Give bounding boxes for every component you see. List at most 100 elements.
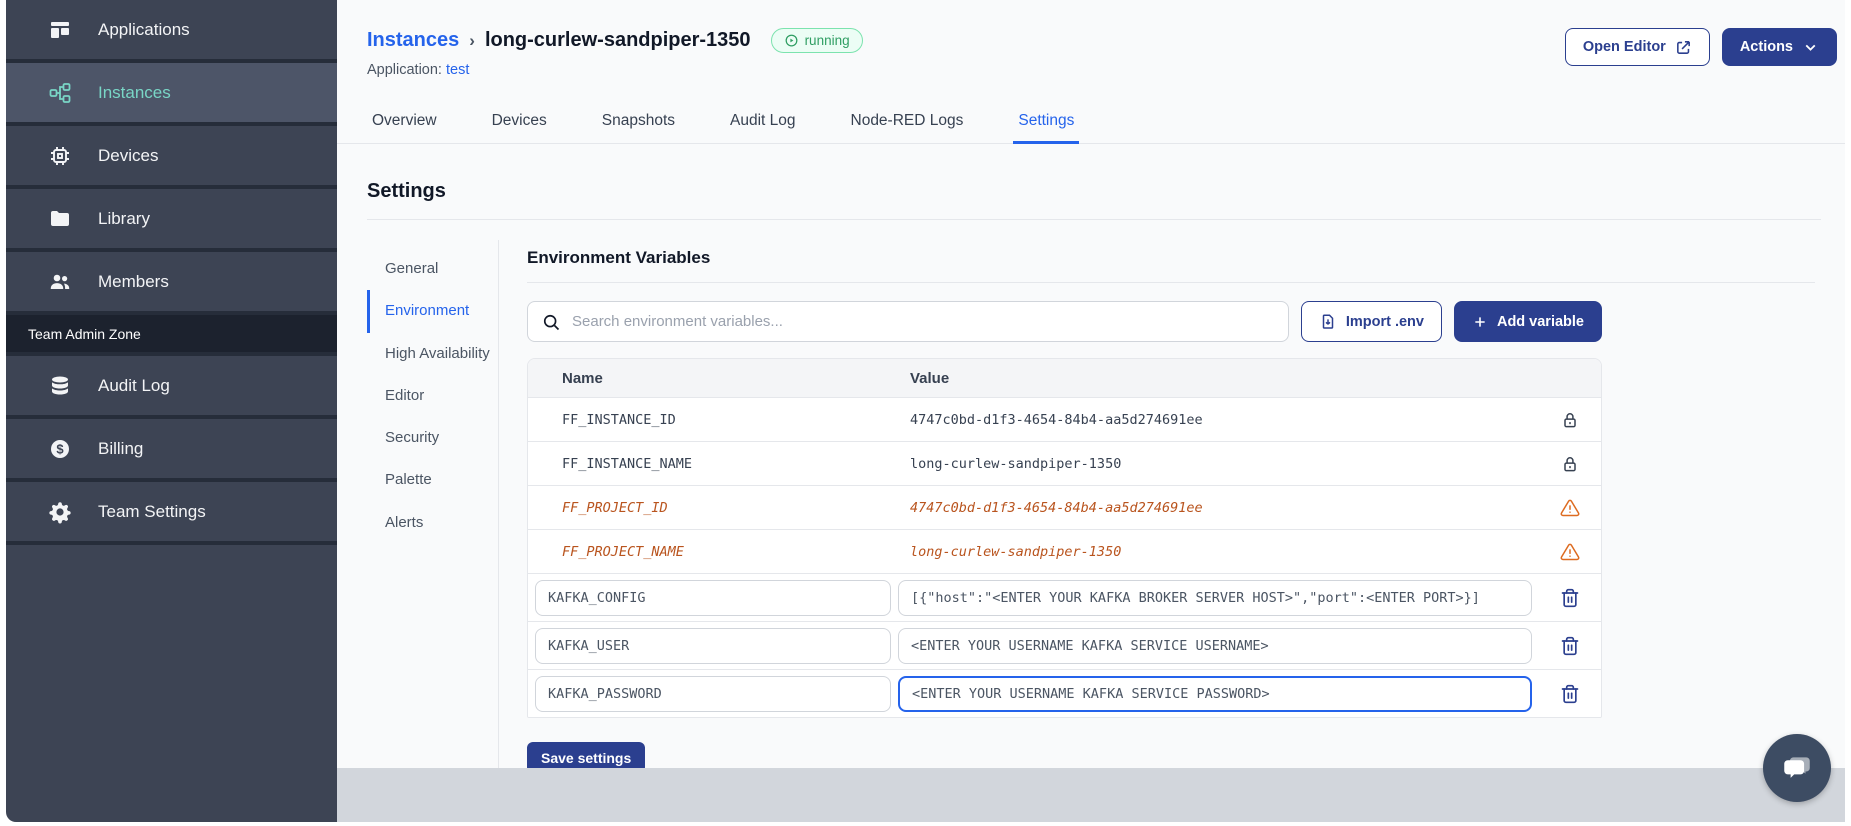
env-var-value: 4747c0bd-d1f3-4654-84b4-aa5d274691ee [910, 411, 1203, 428]
settings-nav-security[interactable]: Security [367, 417, 498, 459]
settings-nav-general[interactable]: General [367, 248, 498, 290]
tab-settings[interactable]: Settings [1013, 103, 1080, 144]
application-link[interactable]: test [446, 62, 469, 78]
environment-variables-title: Environment Variables [527, 240, 1815, 283]
env-var-name: FF_INSTANCE_NAME [562, 455, 693, 472]
applications-icon [48, 18, 72, 42]
tab-label: Node-RED Logs [850, 112, 964, 129]
delete-variable-button[interactable] [1560, 684, 1580, 704]
env-var-name-input[interactable] [535, 675, 891, 712]
search-input[interactable] [572, 313, 1275, 330]
tab-snapshots[interactable]: Snapshots [597, 103, 680, 144]
env-table-row-ff-instance-name: FF_INSTANCE_NAME long-curlew-sandpiper-1… [528, 441, 1601, 485]
settings-nav-item-label: Alerts [385, 513, 424, 531]
library-icon [48, 207, 72, 231]
play-circle-icon [784, 33, 799, 48]
search-box [527, 301, 1289, 342]
env-table-row-kafka-password: KAFKA_PASSWORD <ENTER YOUR USERNAME KAFK… [528, 669, 1601, 717]
env-var-value: 4747c0bd-d1f3-4654-84b4-aa5d274691ee [910, 499, 1203, 516]
search-icon [541, 312, 561, 332]
table-rows: FF_INSTANCE_ID 4747c0bd-d1f3-4654-84b4-a… [528, 397, 1601, 717]
import-env-button[interactable]: Import .env [1300, 301, 1442, 342]
sidebar-item-billing[interactable]: $ Billing [6, 419, 337, 482]
settings-nav-environment[interactable]: Environment [367, 290, 498, 333]
env-var-name-input[interactable] [535, 627, 891, 664]
open-editor-button[interactable]: Open Editor [1564, 28, 1710, 66]
settings-nav-item-label: Palette [385, 471, 432, 489]
settings-nav-palette[interactable]: Palette [367, 459, 498, 501]
sidebar-item-members[interactable]: Members [6, 252, 337, 315]
sidebar-item-library[interactable]: Library [6, 189, 337, 252]
settings-nav-item-label: Environment [385, 302, 470, 320]
team-admin-zone-label: Team Admin Zone [6, 315, 337, 356]
settings-nav-editor[interactable]: Editor [367, 375, 498, 417]
header-buttons: Open Editor Actions [1564, 28, 1837, 66]
sidebar-item-instances[interactable]: Instances [6, 63, 337, 126]
sidebar-item-label: Instances [98, 82, 171, 102]
environment-panel: Environment Variables Import .env Add va… [498, 240, 1815, 768]
breadcrumb-instances-link[interactable]: Instances [367, 29, 459, 52]
lock-icon [1560, 410, 1580, 430]
chat-icon [1780, 751, 1814, 785]
add-variable-button[interactable]: Add variable [1453, 301, 1602, 342]
status-badge-label: running [804, 33, 850, 48]
settings-page-title: Settings [367, 180, 1821, 220]
sidebar-item-audit-log[interactable]: Audit Log [6, 356, 337, 419]
tab-devices[interactable]: Devices [487, 103, 552, 144]
tab-label: Overview [372, 112, 437, 129]
delete-variable-button[interactable] [1560, 636, 1580, 656]
environment-controls: Import .env Add variable [527, 301, 1602, 342]
instances-icon [48, 81, 72, 105]
settings-nav-high-availability[interactable]: High Availability [367, 333, 498, 375]
env-var-value-input[interactable] [898, 675, 1532, 712]
tab-overview[interactable]: Overview [367, 103, 442, 144]
members-icon [48, 270, 72, 294]
tab-label: Snapshots [601, 112, 675, 129]
column-header-value: Value [910, 369, 950, 387]
warning-icon [1560, 542, 1580, 562]
sidebar-item-team-settings[interactable]: Team Settings [6, 482, 337, 545]
settings-nav-alerts[interactable]: Alerts [367, 502, 498, 544]
sidebar-item-label: Audit Log [98, 375, 170, 395]
env-var-name: FF_PROJECT_NAME [562, 543, 684, 560]
actions-button[interactable]: Actions [1721, 28, 1837, 66]
app-page: Applications Instances Devices Library M… [0, 0, 1851, 826]
plus-icon [1472, 314, 1488, 330]
tab-audit-log[interactable]: Audit Log [725, 103, 801, 144]
audit-log-icon [48, 374, 72, 398]
devices-icon [48, 144, 72, 168]
settings-body: General Environment High Availability Ed… [367, 240, 1815, 768]
env-table-row-kafka-user: KAFKA_USER <ENTER YOUR USERNAME KAFKA SE… [528, 621, 1601, 669]
env-var-value-input[interactable] [898, 579, 1532, 616]
settings-nav: General Environment High Availability Ed… [367, 240, 498, 768]
chevron-down-icon [1802, 39, 1819, 56]
env-var-name-input[interactable] [535, 579, 891, 616]
sidebar-main-nav: Applications Instances Devices Library M… [6, 0, 337, 315]
sidebar-item-label: Team Settings [98, 501, 206, 521]
sidebar-item-devices[interactable]: Devices [6, 126, 337, 189]
bottom-strip [337, 768, 1845, 822]
env-var-name: FF_PROJECT_ID [562, 499, 668, 516]
sidebar-item-label: Applications [98, 19, 190, 39]
sidebar-item-applications[interactable]: Applications [6, 0, 337, 63]
settings-nav-item-label: Security [385, 429, 440, 446]
tab-node-red-logs[interactable]: Node-RED Logs [846, 103, 969, 144]
sidebar-admin-nav: Audit Log $ Billing Team Settings [6, 356, 337, 545]
save-settings-button[interactable]: Save settings [527, 742, 646, 768]
tab-label: Devices [491, 112, 547, 129]
main-content: Instances › long-curlew-sandpiper-1350 r… [337, 0, 1845, 768]
env-var-value-input[interactable] [898, 627, 1532, 664]
table-header: Name Value [528, 359, 1601, 397]
page-header: Instances › long-curlew-sandpiper-1350 r… [337, 0, 1845, 78]
application-label: Application: [367, 62, 442, 78]
status-badge: running [770, 28, 863, 53]
env-var-value: long-curlew-sandpiper-1350 [910, 543, 1122, 560]
env-var-name: FF_INSTANCE_ID [562, 411, 676, 428]
delete-variable-button[interactable] [1560, 588, 1580, 608]
breadcrumb-separator: › [469, 30, 475, 50]
env-table-row-kafka-config: KAFKA_CONFIG [{"host":"<ENTER YOUR KAFKA… [528, 573, 1601, 621]
settings-nav-item-label: Editor [385, 386, 425, 404]
env-table-row-ff-project-id: FF_PROJECT_ID 4747c0bd-d1f3-4654-84b4-aa… [528, 485, 1601, 529]
chat-widget-button[interactable] [1763, 734, 1831, 802]
import-env-label: Import .env [1345, 313, 1424, 330]
